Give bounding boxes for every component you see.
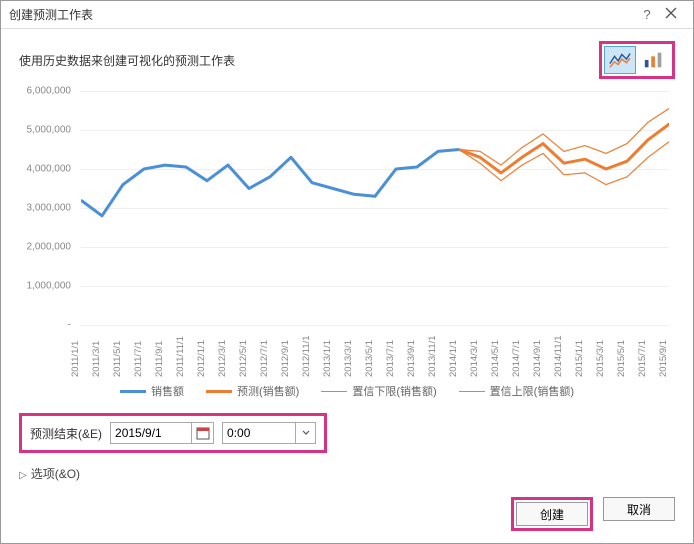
legend-sales-label: 销售额 (151, 383, 184, 399)
dialog-footer: 创建 取消 (511, 497, 693, 543)
plot-area (81, 91, 669, 325)
chart-type-selector (599, 41, 675, 79)
legend-lower-label: 置信下限(销售额) (352, 383, 436, 399)
forecast-end-time-input[interactable] (223, 426, 295, 440)
legend-sales: 销售额 (120, 383, 184, 399)
options-label: 选项(&O) (31, 467, 80, 481)
bar-chart-button[interactable] (638, 46, 670, 74)
calendar-icon (196, 426, 210, 440)
cancel-button[interactable]: 取消 (603, 497, 675, 521)
line-chart-icon (609, 50, 631, 70)
legend-upper: 置信上限(销售额) (459, 383, 574, 399)
legend-forecast: 预测(销售额) (206, 383, 299, 399)
options-expander[interactable]: ▷ 选项(&O) (19, 465, 675, 482)
calendar-button[interactable] (191, 423, 213, 443)
dialog-title: 创建预测工作表 (9, 6, 637, 23)
chart-legend: 销售额 预测(销售额) 置信下限(销售额) 置信上限(销售额) (19, 383, 675, 399)
y-axis: -1,000,0002,000,0003,000,0004,000,0005,0… (19, 85, 77, 325)
create-button[interactable]: 创建 (516, 502, 588, 526)
chart-preview: -1,000,0002,000,0003,000,0004,000,0005,0… (19, 85, 675, 375)
forecast-end-date-field[interactable] (110, 422, 214, 444)
dialog-subtitle: 使用历史数据来创建可视化的预测工作表 (19, 52, 599, 69)
create-highlight: 创建 (511, 497, 593, 531)
help-button[interactable]: ? (637, 7, 657, 22)
forecast-end-date-input[interactable] (111, 426, 191, 440)
time-dropdown-button[interactable] (295, 423, 315, 443)
bar-chart-icon (643, 50, 665, 70)
x-axis: 2011/1/12011/3/12011/5/12011/7/12011/9/1… (81, 325, 669, 375)
close-button[interactable] (657, 6, 685, 23)
legend-forecast-label: 预测(销售额) (237, 383, 299, 399)
legend-lower: 置信下限(销售额) (321, 383, 436, 399)
legend-upper-label: 置信上限(销售额) (490, 383, 574, 399)
line-chart-button[interactable] (604, 46, 636, 74)
forecast-end-time-field[interactable] (222, 422, 316, 444)
titlebar: 创建预测工作表 ? (1, 1, 693, 29)
chevron-down-icon (302, 430, 310, 436)
forecast-end-group: 预测结束(&E) (19, 413, 327, 453)
expand-triangle-icon: ▷ (19, 470, 27, 481)
forecast-end-label: 预测结束(&E) (30, 425, 102, 442)
forecast-dialog: 创建预测工作表 ? 使用历史数据来创建可视化的预测工作表 (0, 0, 694, 544)
